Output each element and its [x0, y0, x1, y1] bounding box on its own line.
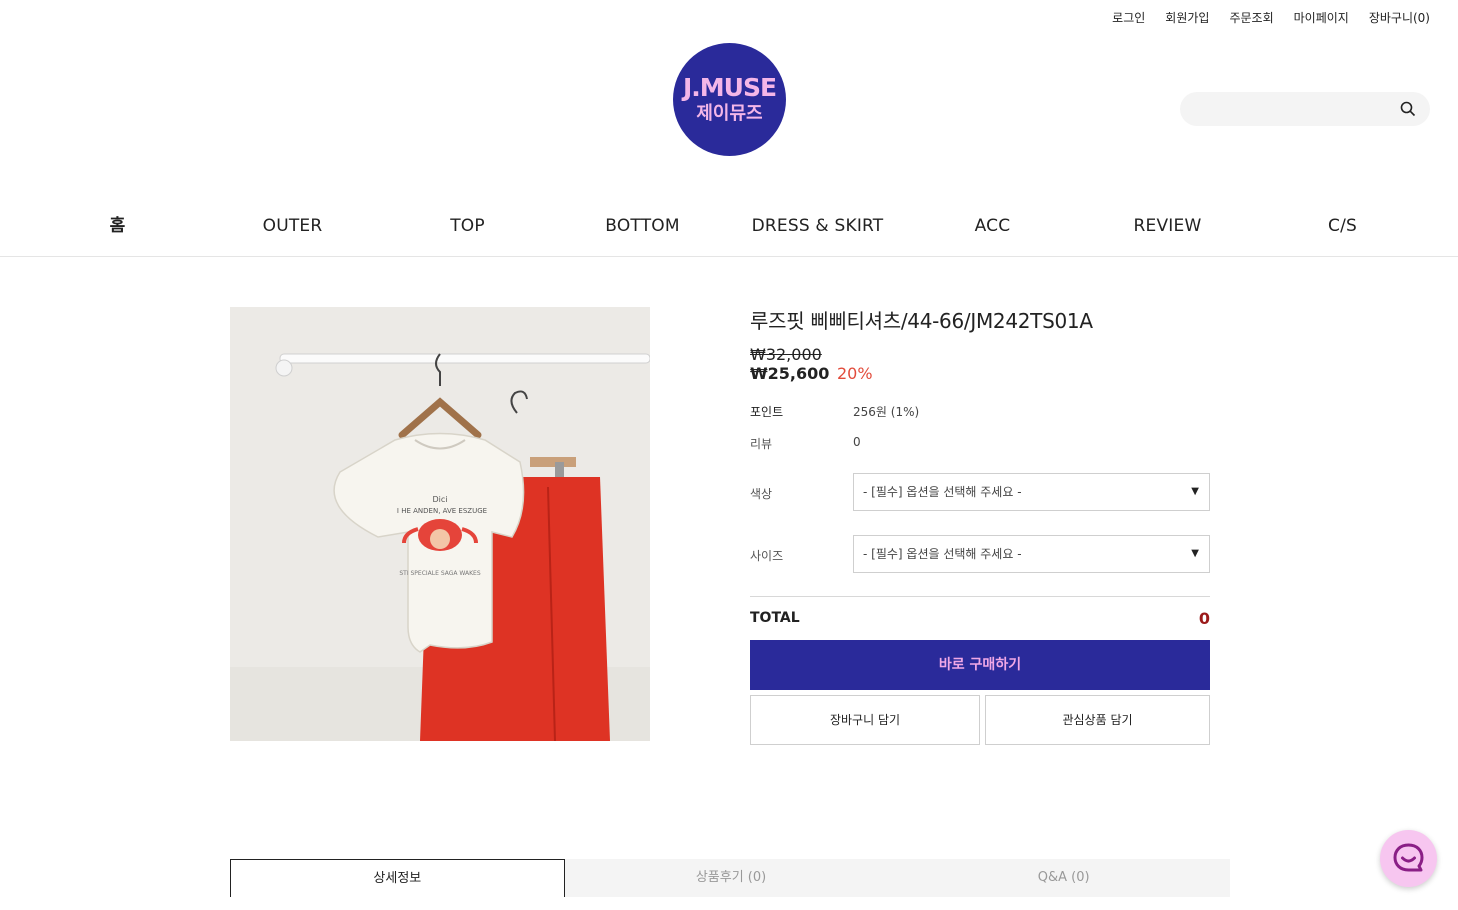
product-image[interactable]: Dici I HE ANDEN, AVE ESZUGE STI SPECIALE…	[230, 307, 650, 741]
product-title: 루즈핏 삐삐티셔츠/44-66/JM242TS01A	[750, 309, 1093, 333]
nav-item-acc[interactable]: ACC	[905, 200, 1080, 252]
chat-button[interactable]	[1380, 830, 1437, 887]
chat-icon	[1393, 843, 1424, 872]
nav-item-home[interactable]: 홈	[30, 200, 205, 252]
search-icon[interactable]	[1400, 101, 1416, 117]
tab-qna[interactable]: Q&A (0)	[897, 859, 1230, 897]
join-link[interactable]: 회원가입	[1165, 9, 1209, 26]
point-value: 256원 (1%)	[853, 405, 920, 419]
dropdown-arrow-icon: ▼	[1191, 548, 1199, 559]
buy-now-button[interactable]: 바로 구매하기	[750, 640, 1210, 690]
svg-text:Dici: Dici	[432, 495, 447, 504]
review-label: 리뷰	[750, 437, 773, 451]
size-select[interactable]: - [필수] 옵션을 선택해 주세요 - ▼	[853, 535, 1210, 573]
original-price: ₩32,000	[750, 345, 822, 364]
dropdown-arrow-icon: ▼	[1191, 486, 1199, 497]
detail-tabs: 상세정보 상품후기 (0) Q&A (0)	[230, 859, 1230, 897]
color-select[interactable]: - [필수] 옵션을 선택해 주세요 - ▼	[853, 473, 1210, 511]
product-info: 루즈핏 삐삐티셔츠/44-66/JM242TS01A ₩32,000 ₩25,6…	[750, 305, 1210, 745]
order-lookup-link[interactable]: 주문조회	[1229, 9, 1273, 26]
review-count: 0	[853, 435, 861, 449]
add-to-cart-button[interactable]: 장바구니 담기	[750, 695, 980, 745]
login-link[interactable]: 로그인	[1112, 9, 1145, 26]
size-label: 사이즈	[750, 549, 784, 563]
nav-item-bottom[interactable]: BOTTOM	[555, 200, 730, 252]
site-logo[interactable]: J.MUSE 제이뮤즈	[673, 43, 786, 156]
logo-text-ko: 제이뮤즈	[696, 102, 763, 124]
main-nav: 홈 OUTER TOP BOTTOM DRESS & SKIRT ACC REV…	[30, 200, 1430, 252]
nav-item-review[interactable]: REVIEW	[1080, 200, 1255, 252]
svg-text:STI SPECIALE SAGA WAKES: STI SPECIALE SAGA WAKES	[399, 570, 480, 577]
sale-price: ₩25,600	[750, 364, 830, 383]
size-select-value: - [필수] 옵션을 선택해 주세요 -	[863, 547, 1022, 561]
total-value: 0	[1198, 609, 1210, 628]
review-row: 리뷰 0	[750, 435, 861, 452]
tab-review[interactable]: 상품후기 (0)	[565, 859, 898, 897]
search-box	[1180, 92, 1430, 126]
nav-item-dress-skirt[interactable]: DRESS & SKIRT	[730, 200, 905, 252]
color-label: 색상	[750, 487, 773, 501]
color-select-value: - [필수] 옵션을 선택해 주세요 -	[863, 485, 1022, 499]
total-divider	[750, 596, 1210, 597]
product-photo-illustration: Dici I HE ANDEN, AVE ESZUGE STI SPECIALE…	[230, 307, 650, 741]
tab-detail[interactable]: 상세정보	[230, 859, 565, 897]
sale-price-row: ₩25,600 20%	[750, 364, 1210, 383]
svg-text:I HE ANDEN, AVE ESZUGE: I HE ANDEN, AVE ESZUGE	[397, 507, 487, 515]
logo-text-en: J.MUSE	[682, 72, 777, 102]
point-label: 포인트	[750, 405, 784, 419]
search-input[interactable]	[1180, 92, 1390, 126]
discount-rate: 20%	[836, 364, 873, 383]
cart-link[interactable]: 장바구니(0)	[1369, 9, 1430, 26]
nav-item-outer[interactable]: OUTER	[205, 200, 380, 252]
mypage-link[interactable]: 마이페이지	[1294, 9, 1349, 26]
nav-item-cs[interactable]: C/S	[1255, 200, 1430, 252]
nav-item-top[interactable]: TOP	[380, 200, 555, 252]
top-links: 로그인 회원가입 주문조회 마이페이지 장바구니(0)	[1112, 9, 1430, 26]
add-to-wishlist-button[interactable]: 관심상품 담기	[985, 695, 1210, 745]
nav-divider	[0, 256, 1458, 257]
point-row: 포인트 256원 (1%)	[750, 403, 919, 420]
total-label: TOTAL	[750, 610, 800, 626]
